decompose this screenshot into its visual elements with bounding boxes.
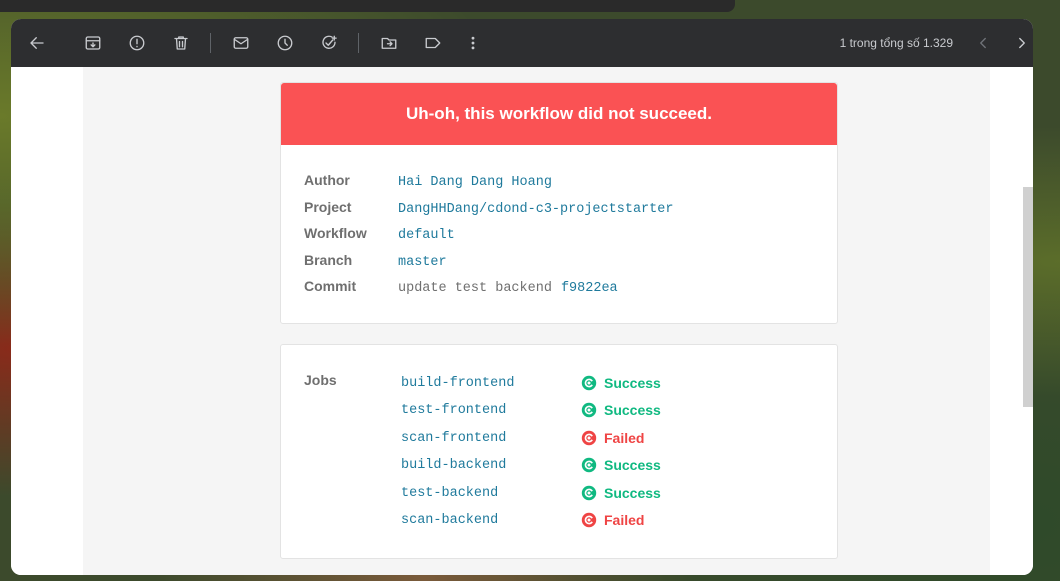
- job-row: test-backend Success: [401, 485, 661, 501]
- failed-status-icon: [581, 430, 597, 446]
- job-row: build-frontend Success: [401, 375, 661, 391]
- move-to-icon: [381, 37, 397, 49]
- more-options-button[interactable]: [461, 31, 485, 55]
- email-background: Uh-oh, this workflow did not succeed. Au…: [83, 67, 990, 575]
- delete-button[interactable]: [169, 31, 193, 55]
- older-button[interactable]: [971, 31, 995, 55]
- job-status-success: Success: [581, 457, 661, 473]
- author-link[interactable]: Hai Dang Dang Hoang: [398, 175, 552, 190]
- label-icon: [425, 37, 441, 49]
- job-row: scan-frontend Failed: [401, 430, 644, 446]
- failure-banner: Uh-oh, this workflow did not succeed.: [281, 83, 837, 145]
- workflow-link[interactable]: default: [398, 228, 455, 243]
- project-link[interactable]: DangHHDang/cdond-c3-projectstarter: [398, 202, 673, 217]
- failed-status-icon: [581, 512, 597, 528]
- newer-button[interactable]: [1010, 31, 1033, 55]
- move-to-button[interactable]: [377, 31, 401, 55]
- success-status-icon: [581, 457, 597, 473]
- add-task-icon: [322, 35, 337, 49]
- chevron-right-icon: [1019, 37, 1025, 49]
- jobs-card: Jobs build-frontend Success test-frontend S…: [280, 344, 838, 559]
- job-status-success: Success: [581, 402, 661, 418]
- snooze-button[interactable]: [273, 31, 297, 55]
- report-spam-button[interactable]: [125, 31, 149, 55]
- scrollbar[interactable]: [1023, 187, 1033, 407]
- job-status-label: Success: [604, 457, 661, 473]
- toolbar-divider: [210, 33, 211, 53]
- job-status-label: Success: [604, 375, 661, 391]
- success-status-icon: [581, 375, 597, 391]
- success-status-icon: [581, 485, 597, 501]
- job-name-link[interactable]: scan-frontend: [401, 431, 581, 446]
- job-row: scan-backend Failed: [401, 512, 644, 528]
- more-vert-icon: [471, 36, 475, 50]
- meta-row-commit: Commit update test backend f9822ea: [304, 278, 618, 296]
- job-name-link[interactable]: test-backend: [401, 486, 581, 501]
- job-row: build-backend Success: [401, 457, 661, 473]
- add-task-button[interactable]: [317, 31, 341, 55]
- label-button[interactable]: [421, 31, 445, 55]
- meta-row-project: Project DangHHDang/cdond-c3-projectstart…: [304, 199, 673, 217]
- job-name-link[interactable]: scan-backend: [401, 513, 581, 528]
- job-status-label: Success: [604, 402, 661, 418]
- job-name-link[interactable]: build-frontend: [401, 376, 581, 391]
- trash-icon: [174, 36, 188, 50]
- archive-button[interactable]: [81, 31, 105, 55]
- email-body: Uh-oh, this workflow did not succeed. Au…: [11, 67, 1033, 575]
- job-status-success: Success: [581, 485, 661, 501]
- job-status-failed: Failed: [581, 512, 644, 528]
- author-label: Author: [304, 172, 350, 188]
- toolbar-divider: [358, 33, 359, 53]
- workflow-summary-card: Uh-oh, this workflow did not succeed. Au…: [280, 82, 838, 324]
- back-button[interactable]: [25, 31, 49, 55]
- meta-row-branch: Branch master: [304, 252, 447, 270]
- meta-row-workflow: Workflow default: [304, 225, 455, 243]
- background-strip: [0, 0, 735, 12]
- job-status-success: Success: [581, 375, 661, 391]
- success-status-icon: [581, 402, 597, 418]
- arrow-left-icon: [30, 37, 44, 49]
- job-status-label: Failed: [604, 430, 645, 446]
- mark-unread-button[interactable]: [229, 31, 253, 55]
- commit-hash-link[interactable]: f9822ea: [561, 281, 618, 296]
- commit-label: Commit: [304, 278, 357, 294]
- job-status-failed: Failed: [581, 430, 644, 446]
- clock-icon: [277, 35, 293, 51]
- mail-window: 1 trong tổng số 1.329 Uh-oh, this workfl…: [11, 19, 1033, 575]
- branch-link[interactable]: master: [398, 255, 447, 270]
- workflow-label: Workflow: [304, 225, 367, 241]
- report-icon: [129, 35, 145, 51]
- job-status-label: Failed: [604, 512, 645, 528]
- job-row: test-frontend Success: [401, 402, 661, 418]
- branch-label: Branch: [304, 252, 353, 268]
- job-name-link[interactable]: test-frontend: [401, 403, 581, 418]
- job-name-link[interactable]: build-backend: [401, 458, 581, 473]
- message-counter: 1 trong tổng số 1.329: [839, 36, 953, 50]
- jobs-label: Jobs: [304, 372, 337, 388]
- job-status-label: Success: [604, 485, 661, 501]
- project-label: Project: [304, 199, 352, 215]
- chevron-left-icon: [980, 37, 986, 49]
- mail-icon: [233, 37, 249, 49]
- archive-icon: [85, 36, 101, 50]
- meta-row-author: Author Hai Dang Dang Hoang: [304, 172, 552, 190]
- mail-toolbar: 1 trong tổng số 1.329: [11, 19, 1033, 67]
- commit-message: update test backend: [398, 281, 552, 296]
